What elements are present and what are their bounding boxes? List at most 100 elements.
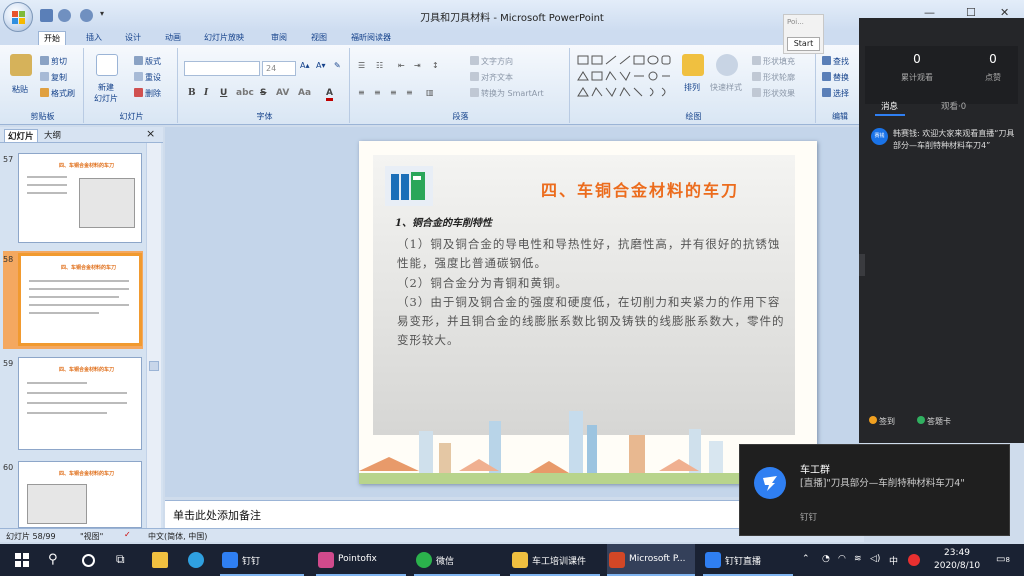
align-center-icon[interactable]: ≡	[374, 88, 381, 97]
tab-insert[interactable]: 插入	[86, 31, 102, 45]
arrange-icon[interactable]	[682, 54, 704, 76]
underline-icon[interactable]: U	[220, 88, 227, 98]
taskbar-item-pointofix[interactable]: Pointofix	[316, 544, 406, 576]
cortana-icon[interactable]	[82, 554, 95, 567]
new-slide-icon[interactable]	[96, 54, 118, 76]
font-name-combo[interactable]	[184, 61, 260, 76]
task-view-icon[interactable]: ⧉	[116, 552, 132, 568]
current-slide[interactable]: 四、车铜合金材料的车刀 1、铜合金的车削特性 （1）铜及铜合金的导电性和导热性好…	[359, 141, 817, 484]
tab-view[interactable]: 视图	[311, 31, 327, 45]
clock-date[interactable]: 2020/8/10	[934, 561, 980, 571]
tab-outline-pane[interactable]: 大纲	[44, 129, 61, 141]
quick-styles-button[interactable]: 快速样式	[710, 82, 742, 93]
bullets-icon[interactable]: ☰	[358, 61, 365, 70]
network-icon[interactable]: ◠	[838, 554, 846, 564]
scroll-thumb[interactable]	[149, 361, 159, 371]
grow-font-icon[interactable]: A▴	[300, 61, 310, 70]
align-text-button[interactable]: 对齐文本	[470, 72, 513, 83]
font-size-combo[interactable]: 24	[262, 61, 296, 76]
close-pane-icon[interactable]: ×	[146, 127, 155, 140]
copy-button[interactable]: 复制	[40, 72, 67, 83]
bold-icon[interactable]: B	[188, 88, 196, 98]
align-right-icon[interactable]: ≡	[390, 88, 397, 97]
taskbar-item-dingtalk-live[interactable]: 钉钉直播	[703, 544, 793, 576]
volume-icon[interactable]: ◁)	[870, 554, 880, 564]
tab-viewers[interactable]: 观看·0	[941, 100, 966, 112]
start-button[interactable]: Start	[787, 37, 820, 51]
windows-start-icon[interactable]	[14, 552, 30, 568]
tab-home[interactable]: 开始	[38, 31, 66, 45]
numbering-icon[interactable]: ☷	[376, 61, 383, 70]
shapes-gallery-icon[interactable]	[576, 54, 672, 102]
char-spacing-icon[interactable]: AV	[276, 88, 289, 98]
layout-button[interactable]: 版式	[134, 56, 161, 67]
tab-slideshow[interactable]: 幻灯片放映	[204, 31, 244, 45]
store-icon[interactable]	[152, 552, 168, 568]
replace-button[interactable]: 替换	[822, 72, 849, 83]
spell-check-icon[interactable]: ✓	[124, 530, 131, 539]
tab-design[interactable]: 设计	[125, 31, 141, 45]
justify-icon[interactable]: ≡	[406, 88, 413, 97]
cut-button[interactable]: 剪切	[40, 56, 67, 67]
thumbnail-scrollbar[interactable]	[146, 143, 161, 528]
select-button[interactable]: 选择	[822, 88, 849, 99]
shape-outline-button[interactable]: 形状轮廓	[752, 72, 795, 83]
tab-messages[interactable]: 消息	[881, 100, 898, 112]
font-color-icon[interactable]: A	[326, 88, 333, 101]
shape-effects-button[interactable]: 形状效果	[752, 88, 795, 99]
collapse-handle-icon[interactable]	[859, 254, 865, 276]
format-painter-button[interactable]: 格式刷	[40, 88, 75, 99]
clock-time[interactable]: 23:49	[944, 548, 970, 558]
effects-icon	[752, 88, 761, 97]
columns-icon[interactable]: ▥	[426, 88, 434, 97]
increase-indent-icon[interactable]: ⇥	[414, 61, 421, 70]
find-button[interactable]: 查找	[822, 56, 849, 67]
convert-smartart-button[interactable]: 转换为 SmartArt	[470, 88, 544, 99]
quick-styles-icon[interactable]	[716, 54, 738, 76]
taskbar-item-dingtalk[interactable]: 钉钉	[220, 544, 304, 576]
shape-fill-button[interactable]: 形状填充	[752, 56, 795, 67]
notification-toast[interactable]: 车工群 [直播]"刀具部分—车削特种材料车刀4" 钉钉	[739, 444, 1010, 536]
text-direction-button[interactable]: 文字方向	[470, 56, 513, 67]
line-spacing-icon[interactable]: ↕	[432, 61, 439, 70]
strikethrough-icon[interactable]: S	[260, 88, 266, 98]
taskbar-item-wechat[interactable]: 微信	[414, 544, 500, 576]
tab-animation[interactable]: 动画	[165, 31, 181, 45]
new-slide-button-line1[interactable]: 新建	[98, 82, 114, 93]
italic-icon[interactable]: I	[204, 88, 208, 98]
search-icon[interactable]: ⚲	[48, 552, 64, 568]
thumbnail-slide[interactable]: 四、车铜合金材料的车刀	[18, 357, 142, 450]
new-slide-button-line2[interactable]: 幻灯片	[94, 93, 118, 104]
tab-slides-pane[interactable]: 幻灯片	[4, 129, 38, 143]
thumbnail-slide[interactable]: 四、车铜合金材料的车刀	[18, 461, 142, 528]
reset-button[interactable]: 重设	[134, 72, 161, 83]
notification-center-icon[interactable]: ▭8	[996, 554, 1010, 565]
ime-indicator[interactable]: 中	[889, 554, 898, 567]
paste-button[interactable]: 粘贴	[12, 84, 28, 95]
edge-browser-icon[interactable]	[188, 552, 204, 568]
wifi-icon[interactable]: ≋	[854, 554, 862, 564]
shrink-font-icon[interactable]: A▾	[316, 61, 326, 70]
shadow-icon[interactable]: abc	[236, 88, 254, 98]
arrange-button[interactable]: 排列	[684, 82, 700, 93]
tray-app-icon[interactable]: ◔	[822, 554, 830, 564]
likes-label: 点赞	[985, 73, 1001, 82]
clear-format-icon[interactable]: ✎	[334, 61, 341, 70]
signin-button[interactable]: 签到	[869, 416, 895, 427]
taskbar-item-powerpoint[interactable]: Microsoft P...	[607, 544, 695, 576]
align-left-icon[interactable]: ≡	[358, 88, 365, 97]
answer-card-button[interactable]: 答题卡	[917, 416, 951, 427]
thumbnail-slide[interactable]: 四、车铜合金材料的车刀	[18, 153, 142, 243]
decrease-indent-icon[interactable]: ⇤	[398, 61, 405, 70]
thumbnail-slide-selected[interactable]: 四、车铜合金材料的车刀	[18, 253, 142, 346]
tab-review[interactable]: 审阅	[271, 31, 287, 45]
tray-overflow-icon[interactable]: ⌃	[802, 554, 810, 564]
sogou-ime-icon[interactable]	[908, 554, 920, 566]
pointofix-popup: Poi... Start	[783, 14, 824, 54]
taskbar-item-folder[interactable]: 车工培训课件	[510, 544, 600, 576]
tab-foxit[interactable]: 福昕阅读器	[351, 31, 391, 45]
delete-slide-button[interactable]: 删除	[134, 88, 161, 99]
paste-icon[interactable]	[10, 54, 32, 76]
change-case-icon[interactable]: Aa	[298, 88, 311, 98]
office-button[interactable]	[3, 2, 33, 32]
